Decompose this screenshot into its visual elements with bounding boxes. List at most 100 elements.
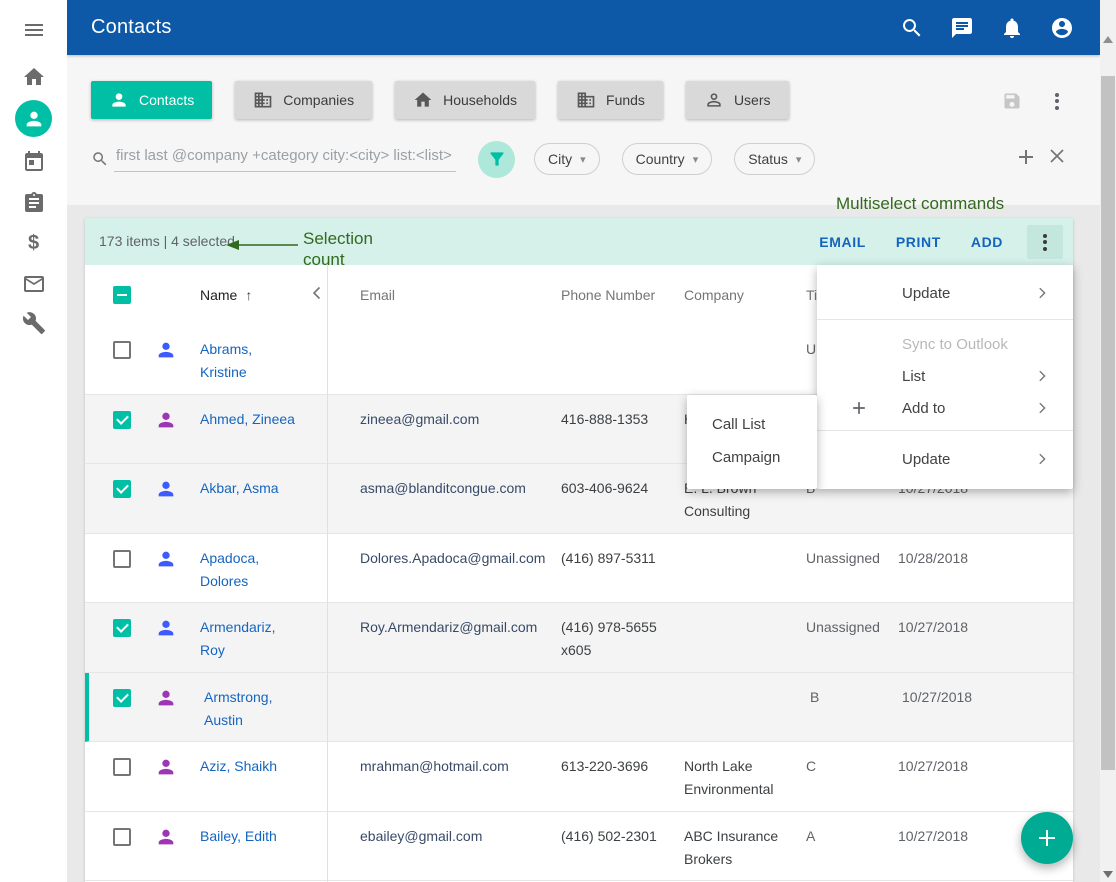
row-checkbox[interactable] — [113, 480, 131, 498]
row-checkbox[interactable] — [113, 689, 131, 707]
table-row[interactable]: Armendariz, RoyRoy.Armendariz@gmail.com(… — [85, 603, 1073, 673]
column-header-email[interactable]: Email — [360, 265, 395, 325]
contact-name-link[interactable]: Aziz, Shaikh — [200, 755, 296, 778]
sidebar-item-tools[interactable] — [0, 311, 67, 335]
row-checkbox-cell — [113, 550, 131, 573]
tab-funds[interactable]: Funds — [558, 81, 663, 119]
contact-name-link[interactable]: Ahmed, Zineea — [200, 408, 296, 431]
menu-item-update[interactable]: Update — [817, 273, 1073, 313]
contact-avatar-icon — [155, 339, 177, 361]
row-checkbox[interactable] — [113, 411, 131, 429]
submenu-item-call-list[interactable]: Call List — [687, 408, 817, 441]
contact-avatar-icon — [155, 687, 177, 709]
sidebar-item-mail[interactable] — [0, 272, 67, 296]
row-checkbox[interactable] — [113, 828, 131, 846]
person-outline-icon — [704, 90, 724, 110]
row-checkbox-cell — [113, 758, 131, 781]
tab-label: Companies — [283, 92, 354, 108]
contact-name-link[interactable]: Armstrong, Austin — [204, 686, 300, 732]
scroll-down-icon[interactable] — [1103, 871, 1113, 878]
filter-chips: City▾ Country▾ Status▾ — [534, 143, 815, 175]
filter-chip-country[interactable]: Country▾ — [622, 143, 713, 175]
menu-item-update[interactable]: Update — [817, 439, 1073, 479]
filter-icon[interactable] — [478, 141, 515, 178]
filter-chip-status[interactable]: Status▾ — [734, 143, 815, 175]
person-icon — [109, 90, 129, 110]
contact-phone: (416) 978-5655 x605 — [561, 616, 673, 662]
row-checkbox-cell — [113, 341, 131, 364]
collapse-column-icon[interactable] — [309, 285, 325, 306]
chat-icon[interactable] — [950, 16, 974, 40]
sidebar-item-menu[interactable] — [0, 18, 67, 42]
hamburger-icon — [22, 18, 46, 42]
menu-item-add-to[interactable]: Add to — [817, 392, 1073, 424]
contact-email: zineea@gmail.com — [360, 408, 558, 431]
table-row[interactable]: Apadoca, Dolores Dolores.Apadoca@gmail.co… — [85, 534, 1073, 604]
sidebar-item-contacts[interactable] — [0, 100, 67, 137]
header-actions — [900, 0, 1074, 55]
entity-tabs: Contacts Companies Households Funds Users — [91, 81, 789, 119]
contact-tier: B — [810, 686, 898, 709]
tab-users[interactable]: Users — [686, 81, 789, 119]
contact-email: mrahman@hotmail.com — [360, 755, 558, 778]
table-row[interactable]: Bailey, Edithebailey@gmail.com(416) 502-… — [85, 812, 1073, 882]
add-contact-fab[interactable] — [1021, 812, 1073, 864]
table-row[interactable]: Aziz, Shaikh mrahman@hotmail.com613-220-3… — [85, 742, 1073, 812]
contact-email: Dolores.Apadoca@gmail.com — [360, 547, 558, 570]
contact-phone: 613-220-3696 — [561, 755, 673, 778]
submenu-item-campaign[interactable]: Campaign — [687, 441, 817, 474]
contact-phone: (416) 897-5311 — [561, 547, 673, 570]
tab-companies[interactable]: Companies — [235, 81, 372, 119]
contact-name-link[interactable]: Armendariz, Roy — [200, 616, 296, 662]
column-header-company[interactable]: Company — [684, 265, 744, 325]
column-header-name[interactable]: Name↑ — [200, 265, 252, 325]
multiselect-menu-icon[interactable] — [1027, 225, 1063, 259]
notifications-icon[interactable] — [1000, 16, 1024, 40]
sidebar-item-tasks[interactable] — [0, 191, 67, 215]
row-checkbox-cell — [113, 689, 131, 712]
row-checkbox[interactable] — [113, 758, 131, 776]
menu-item-label: Sync to Outlook — [902, 336, 1008, 353]
sidebar-item-billing[interactable]: $ — [0, 231, 67, 255]
row-checkbox[interactable] — [113, 619, 131, 637]
table-row[interactable]: Armstrong, AustinB10/27/2018 — [85, 673, 1073, 743]
contact-email: asma@blanditcongue.com — [360, 477, 558, 500]
tab-households[interactable]: Households — [395, 81, 535, 119]
scrollbar-thumb[interactable] — [1101, 76, 1115, 770]
page-title: Contacts — [91, 16, 172, 39]
save-icon[interactable] — [1002, 91, 1022, 111]
account-icon[interactable] — [1050, 16, 1074, 40]
contact-phone: 603-406-9624 — [561, 477, 673, 500]
tab-contacts[interactable]: Contacts — [91, 81, 212, 119]
close-icon[interactable] — [1050, 149, 1064, 163]
contact-date: 10/27/2018 — [898, 755, 998, 778]
email-button[interactable]: EMAIL — [819, 234, 866, 250]
more-options-icon[interactable] — [1047, 90, 1067, 112]
row-checkbox[interactable] — [113, 550, 131, 568]
column-header-phone[interactable]: Phone Number — [561, 265, 655, 325]
contact-avatar-icon — [155, 548, 177, 570]
search-input[interactable] — [114, 146, 456, 165]
add-button[interactable]: ADD — [971, 234, 1003, 250]
sidebar-item-home[interactable] — [0, 65, 67, 89]
search-icon — [91, 150, 109, 168]
search-icon[interactable] — [900, 16, 924, 40]
add-filter-icon[interactable] — [1018, 149, 1034, 165]
sidebar-item-calendar[interactable] — [0, 150, 67, 174]
row-checkbox-cell — [113, 411, 131, 434]
scrollbar — [1100, 0, 1116, 882]
contact-name-link[interactable]: Akbar, Asma — [200, 477, 296, 500]
contact-phone: (416) 502-2301 — [561, 825, 673, 848]
select-all-checkbox[interactable] — [113, 286, 131, 304]
add-to-submenu: Call ListCampaign — [687, 395, 817, 489]
row-checkbox[interactable] — [113, 341, 131, 359]
contact-name-link[interactable]: Abrams, Kristine — [200, 338, 296, 384]
filter-chip-city[interactable]: City▾ — [534, 143, 600, 175]
wrench-icon — [22, 311, 46, 335]
menu-item-list[interactable]: List — [817, 360, 1073, 392]
contact-name-link[interactable]: Bailey, Edith — [200, 825, 296, 848]
print-button[interactable]: PRINT — [896, 234, 941, 250]
tab-label: Households — [443, 92, 517, 108]
scroll-up-icon[interactable] — [1103, 36, 1113, 43]
contact-name-link[interactable]: Apadoca, Dolores — [200, 547, 296, 593]
